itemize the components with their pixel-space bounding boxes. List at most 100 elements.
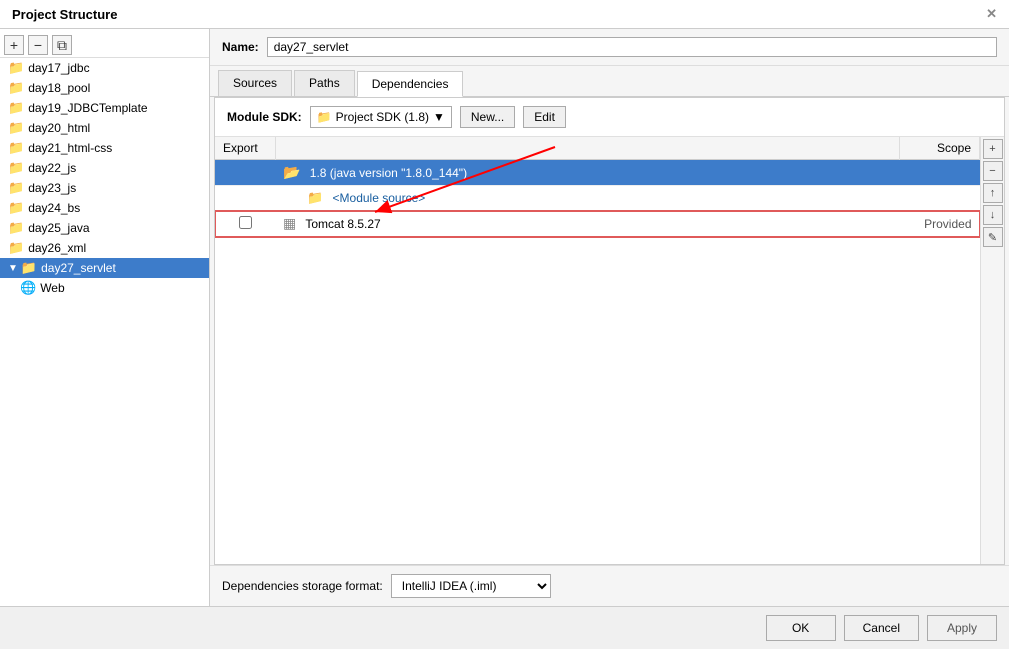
sdk-value: Project SDK (1.8)	[336, 110, 429, 124]
folder-icon: 📁	[8, 180, 24, 196]
remove-dep-button[interactable]: −	[983, 161, 1003, 181]
dependencies-table: Export Scope 📂 1.8 (java	[215, 137, 980, 237]
tomcat-icon: ▦	[283, 215, 296, 231]
tab-sources[interactable]: Sources	[218, 70, 292, 96]
dep-name-cell: 📁 <Module source>	[275, 186, 900, 211]
table-row[interactable]: ▦ Tomcat 8.5.27 Provided	[215, 211, 980, 237]
dep-name-cell: 📂 1.8 (java version "1.8.0_144")	[275, 160, 900, 186]
sidebar-item-label: Web	[40, 281, 64, 295]
sidebar-item-label: day18_pool	[28, 81, 90, 95]
add-module-button[interactable]: +	[4, 35, 24, 55]
folder-icon: 📁	[8, 60, 24, 76]
sidebar-item-label: day17_jdbc	[28, 61, 89, 75]
sidebar-item-label: day25_java	[28, 221, 89, 235]
cancel-button[interactable]: Cancel	[844, 615, 919, 641]
content-panel: Name: Sources Paths Dependencies Module …	[210, 29, 1009, 606]
sidebar-item-day18[interactable]: 📁 day18_pool	[0, 78, 209, 98]
folder-icon: 📁	[8, 160, 24, 176]
folder-icon: 📁	[8, 120, 24, 136]
dep-label: Tomcat 8.5.27	[305, 217, 380, 231]
tab-paths[interactable]: Paths	[294, 70, 355, 96]
name-bar: Name:	[210, 29, 1009, 66]
source-icon: 📁	[307, 190, 323, 205]
sidebar-item-day27[interactable]: ▼ 📁 day27_servlet	[0, 258, 209, 278]
move-down-button[interactable]: ↓	[983, 205, 1003, 225]
name-col-header	[275, 137, 900, 160]
folder-icon: 📁	[8, 140, 24, 156]
folder-icon: 📁	[317, 110, 332, 124]
edit-dep-button[interactable]: ✎	[983, 227, 1003, 247]
sidebar-item-label: day24_bs	[28, 201, 80, 215]
ok-button[interactable]: OK	[766, 615, 836, 641]
tabs-bar: Sources Paths Dependencies	[210, 66, 1009, 97]
sidebar-item-day21[interactable]: 📁 day21_html-css	[0, 138, 209, 158]
web-icon: 🌐	[20, 280, 36, 296]
window-title: Project Structure	[12, 7, 117, 22]
sidebar-item-label: day19_JDBCTemplate	[28, 101, 147, 115]
export-checkbox-cell	[215, 160, 275, 186]
dep-label: <Module source>	[333, 191, 426, 205]
name-input[interactable]	[267, 37, 997, 57]
folder-icon: 📁	[8, 240, 24, 256]
jdk-icon: 📂	[283, 164, 300, 180]
export-col-header: Export	[215, 137, 275, 160]
edit-sdk-button[interactable]: Edit	[523, 106, 566, 128]
export-checkbox-cell[interactable]	[215, 211, 275, 237]
dep-label: 1.8 (java version "1.8.0_144")	[310, 166, 467, 180]
tab-dependencies[interactable]: Dependencies	[357, 71, 464, 97]
expand-chevron: ▼	[8, 263, 18, 274]
sidebar-item-day20[interactable]: 📁 day20_html	[0, 118, 209, 138]
sidebar-item-label: day21_html-css	[28, 141, 112, 155]
dep-scope-cell	[900, 160, 980, 186]
folder-icon: 📁	[21, 260, 37, 276]
right-toolbar: + − ↑ ↓ ✎	[980, 137, 1004, 564]
export-checkbox[interactable]	[239, 216, 252, 229]
module-sdk-label: Module SDK:	[227, 110, 302, 124]
sidebar-item-label: day26_xml	[28, 241, 86, 255]
sidebar-item-day17[interactable]: 📁 day17_jdbc	[0, 58, 209, 78]
folder-icon: 📁	[8, 200, 24, 216]
sidebar-item-label: day22_js	[28, 161, 76, 175]
title-bar: Project Structure ✕	[0, 0, 1009, 29]
folder-icon: 📁	[8, 220, 24, 236]
storage-bar: Dependencies storage format: IntelliJ ID…	[210, 565, 1009, 606]
tab-content-dependencies: Module SDK: 📁 Project SDK (1.8) ▼ New...…	[214, 97, 1005, 565]
sidebar-item-day23[interactable]: 📁 day23_js	[0, 178, 209, 198]
footer-bar: OK Cancel Apply	[0, 606, 1009, 649]
folder-icon: 📁	[8, 80, 24, 96]
dropdown-icon: ▼	[433, 110, 445, 124]
sidebar-item-web[interactable]: 🌐 Web	[0, 278, 209, 298]
sidebar-item-day22[interactable]: 📁 day22_js	[0, 158, 209, 178]
move-up-button[interactable]: ↑	[983, 183, 1003, 203]
apply-button[interactable]: Apply	[927, 615, 997, 641]
dep-table-wrap: Export Scope 📂 1.8 (java	[215, 137, 980, 564]
storage-select[interactable]: IntelliJ IDEA (.iml) Maven Gradle	[391, 574, 551, 598]
dep-scope-cell: Provided	[900, 211, 980, 237]
sidebar-item-day24[interactable]: 📁 day24_bs	[0, 198, 209, 218]
close-icon[interactable]: ✕	[986, 6, 997, 22]
scope-col-header: Scope	[900, 137, 980, 160]
table-row[interactable]: 📂 1.8 (java version "1.8.0_144")	[215, 160, 980, 186]
add-dep-button[interactable]: +	[983, 139, 1003, 159]
sidebar: + − ⧉ 📁 day17_jdbc 📁 day18_pool 📁 day19_…	[0, 29, 210, 606]
dep-scope-cell	[900, 186, 980, 211]
export-checkbox-cell	[215, 186, 275, 211]
new-sdk-button[interactable]: New...	[460, 106, 515, 128]
name-label: Name:	[222, 40, 259, 54]
sidebar-item-label: day23_js	[28, 181, 76, 195]
dependencies-area: Export Scope 📂 1.8 (java	[215, 137, 1004, 564]
sidebar-item-label: day27_servlet	[41, 261, 116, 275]
copy-module-button[interactable]: ⧉	[52, 35, 72, 55]
sidebar-item-day26[interactable]: 📁 day26_xml	[0, 238, 209, 258]
sidebar-item-day25[interactable]: 📁 day25_java	[0, 218, 209, 238]
folder-icon: 📁	[8, 100, 24, 116]
storage-label: Dependencies storage format:	[222, 579, 383, 593]
sidebar-toolbar: + − ⧉	[0, 33, 209, 58]
dep-name-cell: ▦ Tomcat 8.5.27	[275, 211, 900, 237]
module-sdk-bar: Module SDK: 📁 Project SDK (1.8) ▼ New...…	[215, 98, 1004, 137]
table-row[interactable]: 📁 <Module source>	[215, 186, 980, 211]
sdk-select[interactable]: 📁 Project SDK (1.8) ▼	[310, 106, 452, 128]
sidebar-item-label: day20_html	[28, 121, 90, 135]
remove-module-button[interactable]: −	[28, 35, 48, 55]
sidebar-item-day19[interactable]: 📁 day19_JDBCTemplate	[0, 98, 209, 118]
